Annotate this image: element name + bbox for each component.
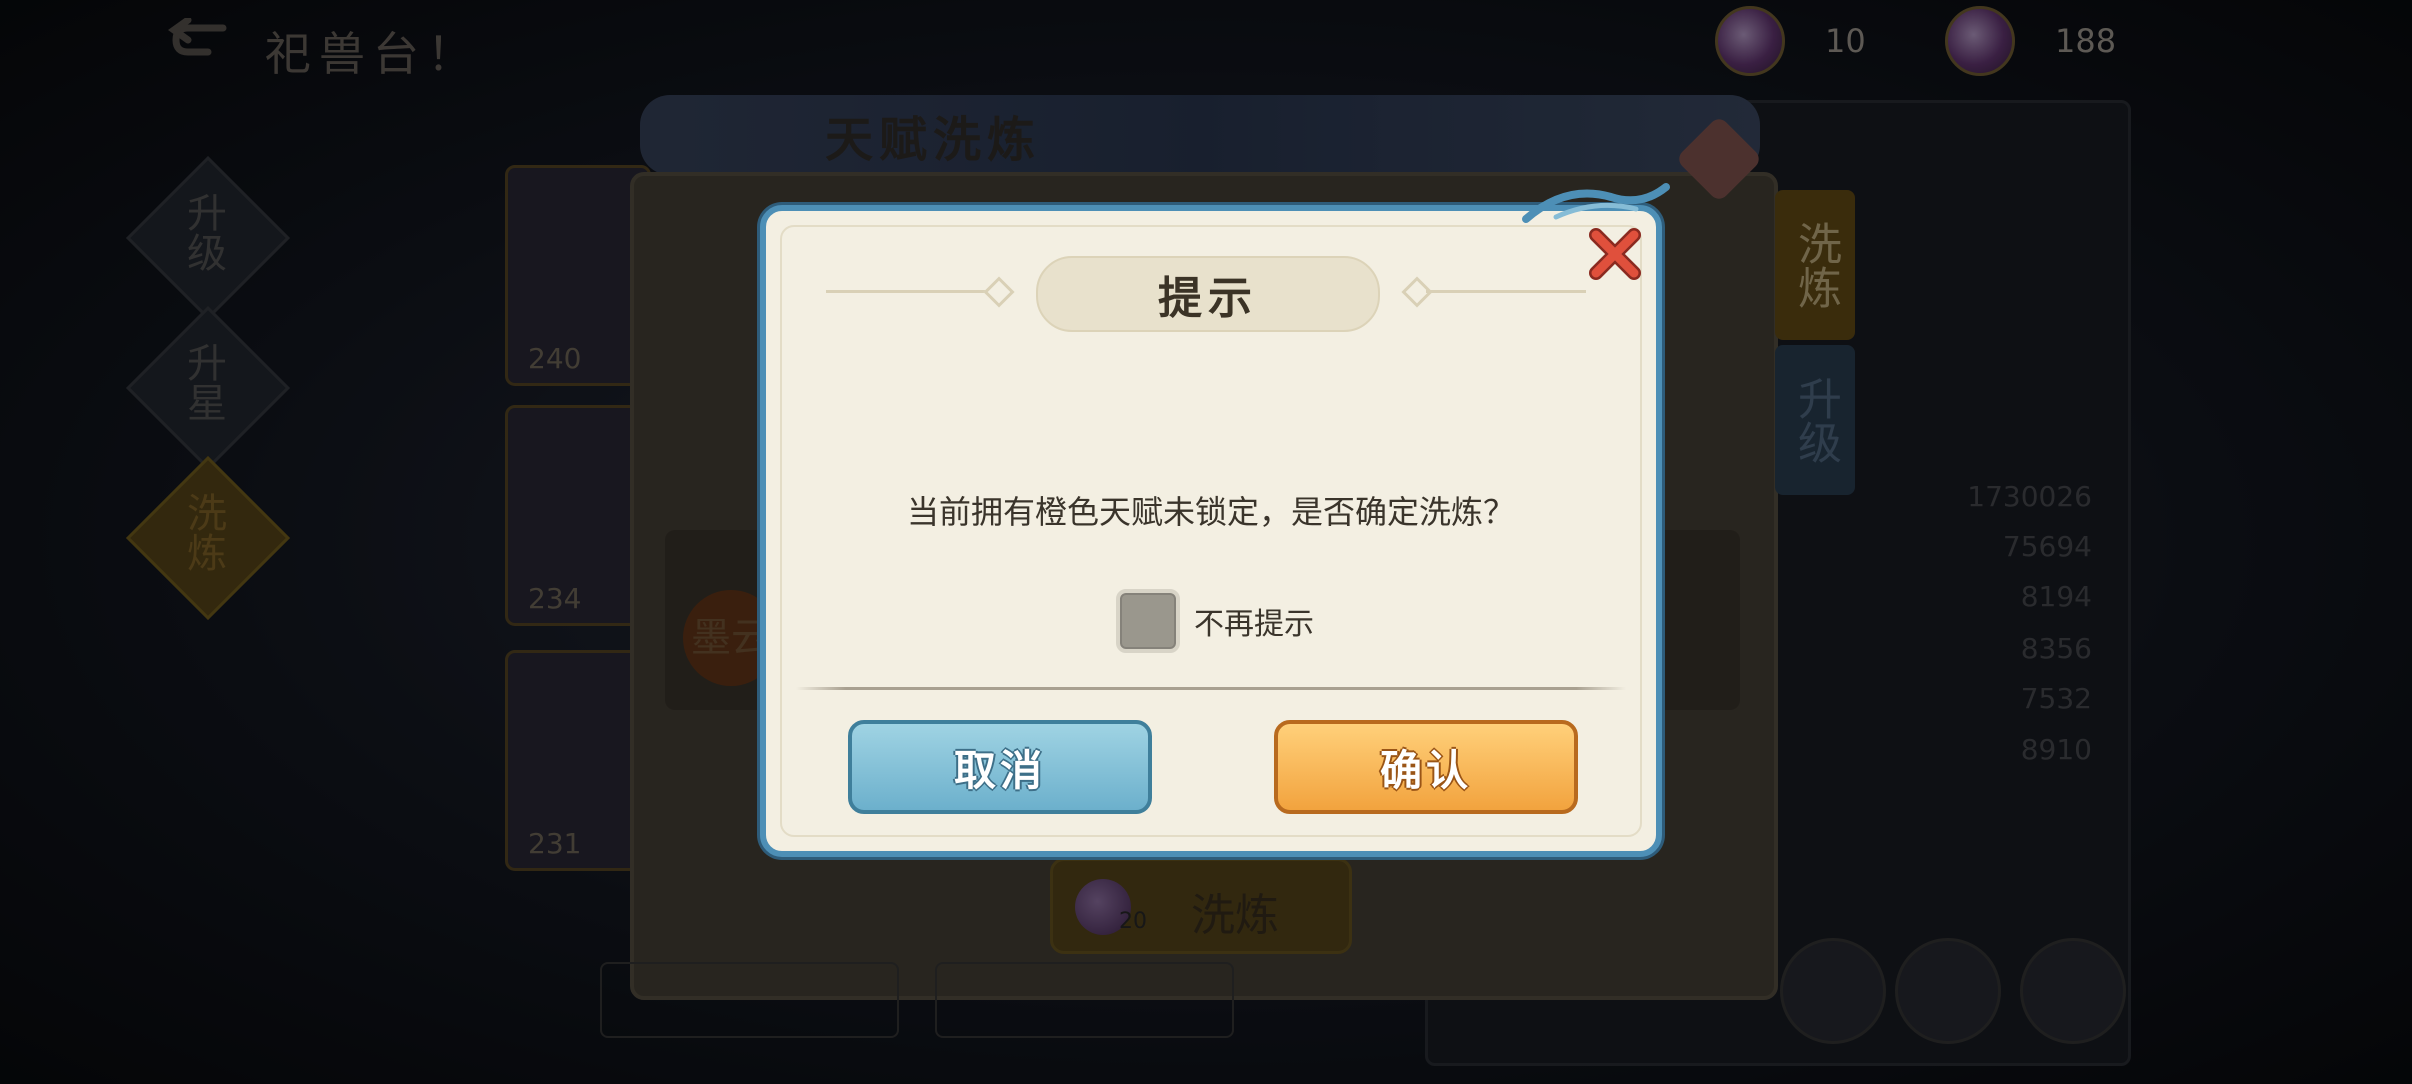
cancel-button[interactable]: 取消 <box>848 720 1152 814</box>
wave-decoration-icon <box>1522 183 1670 223</box>
title-ornament-right <box>1426 290 1586 293</box>
dialog-title: 提示 <box>1158 273 1258 324</box>
confirm-dialog: 提示 当前拥有橙色天赋未锁定，是否确定洗炼？ 不再提示 取消 确认 <box>760 183 1670 857</box>
dialog-divider <box>796 687 1626 690</box>
dialog-message: 当前拥有橙色天赋未锁定，是否确定洗炼？ <box>906 493 1515 531</box>
confirm-button[interactable]: 确认 <box>1274 720 1578 814</box>
dialog-title-pill: 提示 <box>1036 256 1380 332</box>
close-icon[interactable] <box>1586 225 1644 283</box>
title-ornament-left <box>826 290 986 293</box>
game-screen: 祀兽台！ 10 188 升级 升星 洗炼 240 234 231 1730026… <box>0 0 2412 1084</box>
dont-show-again-label[interactable]: 不再提示 <box>1194 599 1314 643</box>
dont-show-again-row[interactable]: 不再提示 <box>1116 589 1314 653</box>
dont-show-again-checkbox[interactable] <box>1116 589 1180 653</box>
